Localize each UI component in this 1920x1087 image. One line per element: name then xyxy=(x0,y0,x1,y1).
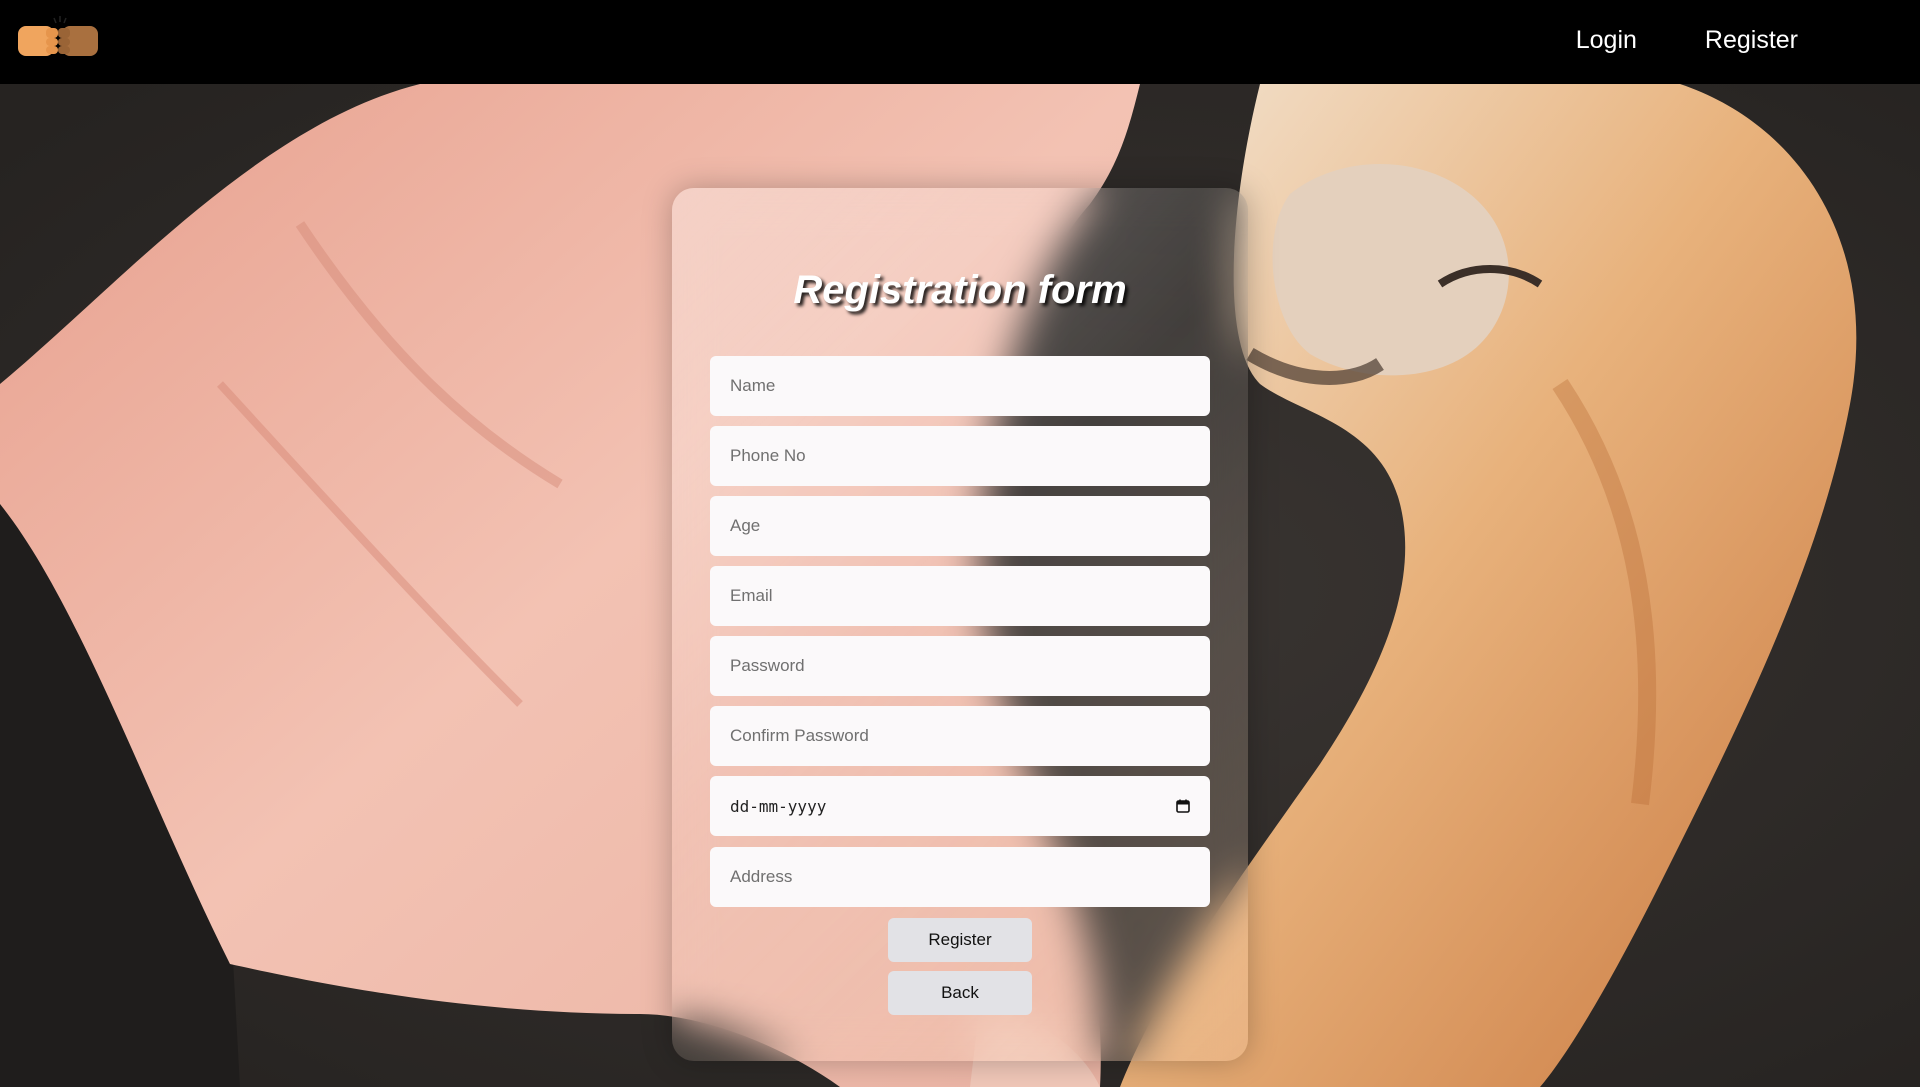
registration-card: Registration form dd-mm-yyyy Register Ba… xyxy=(672,188,1248,1061)
nav-links: Login Register xyxy=(1576,0,1798,80)
name-field[interactable] xyxy=(710,356,1210,416)
address-field[interactable] xyxy=(710,847,1210,907)
fist-bump-icon[interactable] xyxy=(16,14,100,60)
date-field[interactable]: dd-mm-yyyy xyxy=(710,776,1210,836)
back-button[interactable]: Back xyxy=(888,971,1032,1015)
background-image: Registration form dd-mm-yyyy Register Ba… xyxy=(0,84,1920,1087)
nav-register-link[interactable]: Register xyxy=(1705,26,1798,55)
age-field[interactable] xyxy=(710,496,1210,556)
password-field[interactable] xyxy=(710,636,1210,696)
form-title: Registration form xyxy=(793,268,1127,312)
nav-login-link[interactable]: Login xyxy=(1576,26,1637,55)
email-field[interactable] xyxy=(710,566,1210,626)
navbar: Login Register xyxy=(0,0,1920,84)
confirm-password-field[interactable] xyxy=(710,706,1210,766)
date-placeholder: dd-mm-yyyy xyxy=(730,796,827,816)
register-button[interactable]: Register xyxy=(888,918,1032,962)
phone-field[interactable] xyxy=(710,426,1210,486)
calendar-icon[interactable] xyxy=(1176,799,1190,813)
